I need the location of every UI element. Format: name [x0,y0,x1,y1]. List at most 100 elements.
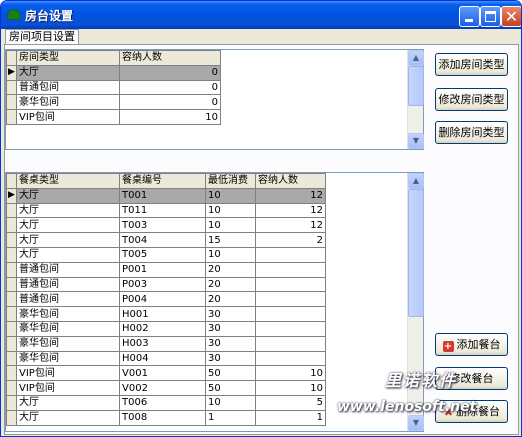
capacity-cell[interactable] [255,291,326,308]
table-type-cell[interactable]: 豪华包间 [16,320,120,337]
table-code-cell[interactable]: T003 [119,217,206,234]
room-type-scrollbar[interactable]: ▲ ▼ [407,50,424,149]
table-type-cell[interactable]: 大厅 [16,394,120,411]
row-indicator[interactable] [6,306,17,322]
table-row[interactable]: 豪华包间 H003 30 [6,335,326,352]
table-code-cell[interactable]: T011 [119,202,206,219]
table-code-cell[interactable]: T006 [119,394,206,411]
capacity-cell[interactable]: 12 [255,202,326,219]
table-grid[interactable]: 餐桌类型 餐桌编号 最低消费 容纳人数 ▶ 大厅 T001 10 12 大厅 T011 10 1… [5,172,424,432]
table-row[interactable]: VIP包间 10 [6,109,221,125]
table-type-cell[interactable]: 普通包间 [16,261,120,278]
row-indicator[interactable]: ▶ [6,187,17,204]
table-type-cell[interactable]: 大厅 [16,217,120,234]
row-indicator[interactable] [6,320,17,337]
table-code-cell[interactable]: H002 [119,320,206,337]
capacity-cell[interactable]: 12 [255,187,326,204]
table-code-cell[interactable]: T005 [119,246,206,263]
table-code-cell[interactable]: H003 [119,335,206,352]
table-row[interactable]: 普通包间 P003 20 [6,276,326,293]
row-indicator[interactable] [6,94,17,111]
table-type-cell[interactable]: 大厅 [16,409,120,426]
table-type-cell[interactable]: 大厅 [16,187,120,204]
table-row[interactable]: 豪华包间 0 [6,94,221,111]
table-row[interactable]: 豪华包间 H001 30 [6,306,326,322]
table-row[interactable]: 大厅 T008 1 1 [6,409,326,426]
capacity-cell[interactable]: 12 [255,217,326,234]
table-row[interactable]: VIP包间 V002 50 10 [6,380,326,396]
scroll-down-arrow-icon[interactable]: ▼ [408,133,424,149]
add-room-type-button[interactable]: 添加房间类型 [435,53,508,76]
table-code-cell[interactable]: V001 [119,365,206,382]
table-type-cell[interactable]: 大厅 [16,202,120,219]
capacity-cell[interactable] [255,246,326,263]
room-type-cell[interactable]: 大厅 [16,64,120,81]
scrollbar-thumb[interactable] [408,66,424,106]
row-indicator[interactable] [6,394,17,411]
minimize-button[interactable] [459,6,480,27]
table-row[interactable]: VIP包间 V001 50 10 [6,365,326,382]
scroll-up-arrow-icon[interactable]: ▲ [408,173,424,189]
edit-room-type-button[interactable]: 修改房间类型 [435,88,508,111]
capacity-cell[interactable]: 10 [255,365,326,382]
table-code-cell[interactable]: P001 [119,261,206,278]
capacity-cell[interactable] [255,320,326,337]
min-spend-cell[interactable]: 10 [205,202,256,219]
room-type-cell[interactable]: 豪华包间 [16,94,120,111]
min-spend-cell[interactable]: 30 [205,350,256,367]
delete-room-type-button[interactable]: 删除房间类型 [435,121,508,144]
add-table-button[interactable]: + 添加餐台 [435,333,508,356]
capacity-cell[interactable]: 1 [255,409,326,426]
room-type-cell[interactable]: 普通包间 [16,79,120,96]
column-header[interactable]: 最低消费 [205,173,256,189]
min-spend-cell[interactable]: 50 [205,365,256,382]
min-spend-cell[interactable]: 20 [205,261,256,278]
row-indicator[interactable] [6,232,17,248]
capacity-cell[interactable]: 0 [119,64,221,81]
table-type-cell[interactable]: VIP包间 [16,365,120,382]
table-code-cell[interactable]: V002 [119,380,206,396]
table-row[interactable]: 普通包间 0 [6,79,221,96]
table-row[interactable]: ▶ 大厅 0 [6,64,221,81]
min-spend-cell[interactable]: 10 [205,217,256,234]
capacity-cell[interactable]: 2 [255,232,326,248]
min-spend-cell[interactable]: 20 [205,276,256,293]
row-indicator[interactable] [6,109,17,125]
table-type-cell[interactable]: 豪华包间 [16,335,120,352]
table-code-cell[interactable]: P004 [119,291,206,308]
title-bar[interactable]: 房台设置 ✕ [1,1,521,29]
min-spend-cell[interactable]: 20 [205,291,256,308]
row-indicator[interactable] [6,276,17,293]
table-type-cell[interactable]: 大厅 [16,232,120,248]
table-row[interactable]: 大厅 T005 10 [6,246,326,263]
row-indicator[interactable] [6,291,17,308]
min-spend-cell[interactable]: 15 [205,232,256,248]
row-indicator[interactable] [6,380,17,396]
row-indicator[interactable] [6,246,17,263]
table-row[interactable]: 豪华包间 H004 30 [6,350,326,367]
table-code-cell[interactable]: T008 [119,409,206,426]
table-row[interactable]: 大厅 T006 10 5 [6,394,326,411]
capacity-cell[interactable] [255,276,326,293]
table-row[interactable]: 豪华包间 H002 30 [6,320,326,337]
capacity-cell[interactable]: 0 [119,79,221,96]
scrollbar-thumb[interactable] [408,189,424,317]
row-indicator[interactable] [6,365,17,382]
table-code-cell[interactable]: T001 [119,187,206,204]
table-row[interactable]: 大厅 T004 15 2 [6,232,326,248]
capacity-cell[interactable]: 5 [255,394,326,411]
table-row[interactable]: 大厅 T003 10 12 [6,217,326,234]
table-type-cell[interactable]: 豪华包间 [16,306,120,322]
table-type-cell[interactable]: 普通包间 [16,276,120,293]
column-header[interactable]: 房间类型 [16,50,120,66]
room-type-grid[interactable]: 房间类型 容纳人数 ▶ 大厅 0 普通包间 0 豪华包间 0 VIP包间 10 [5,49,424,150]
table-code-cell[interactable]: H004 [119,350,206,367]
row-indicator[interactable] [6,335,17,352]
maximize-button[interactable] [480,6,501,27]
row-indicator[interactable] [6,79,17,96]
table-code-cell[interactable]: H001 [119,306,206,322]
room-type-cell[interactable]: VIP包间 [16,109,120,125]
row-indicator[interactable]: ▶ [6,64,17,81]
row-indicator[interactable] [6,202,17,219]
row-indicator[interactable] [6,261,17,278]
